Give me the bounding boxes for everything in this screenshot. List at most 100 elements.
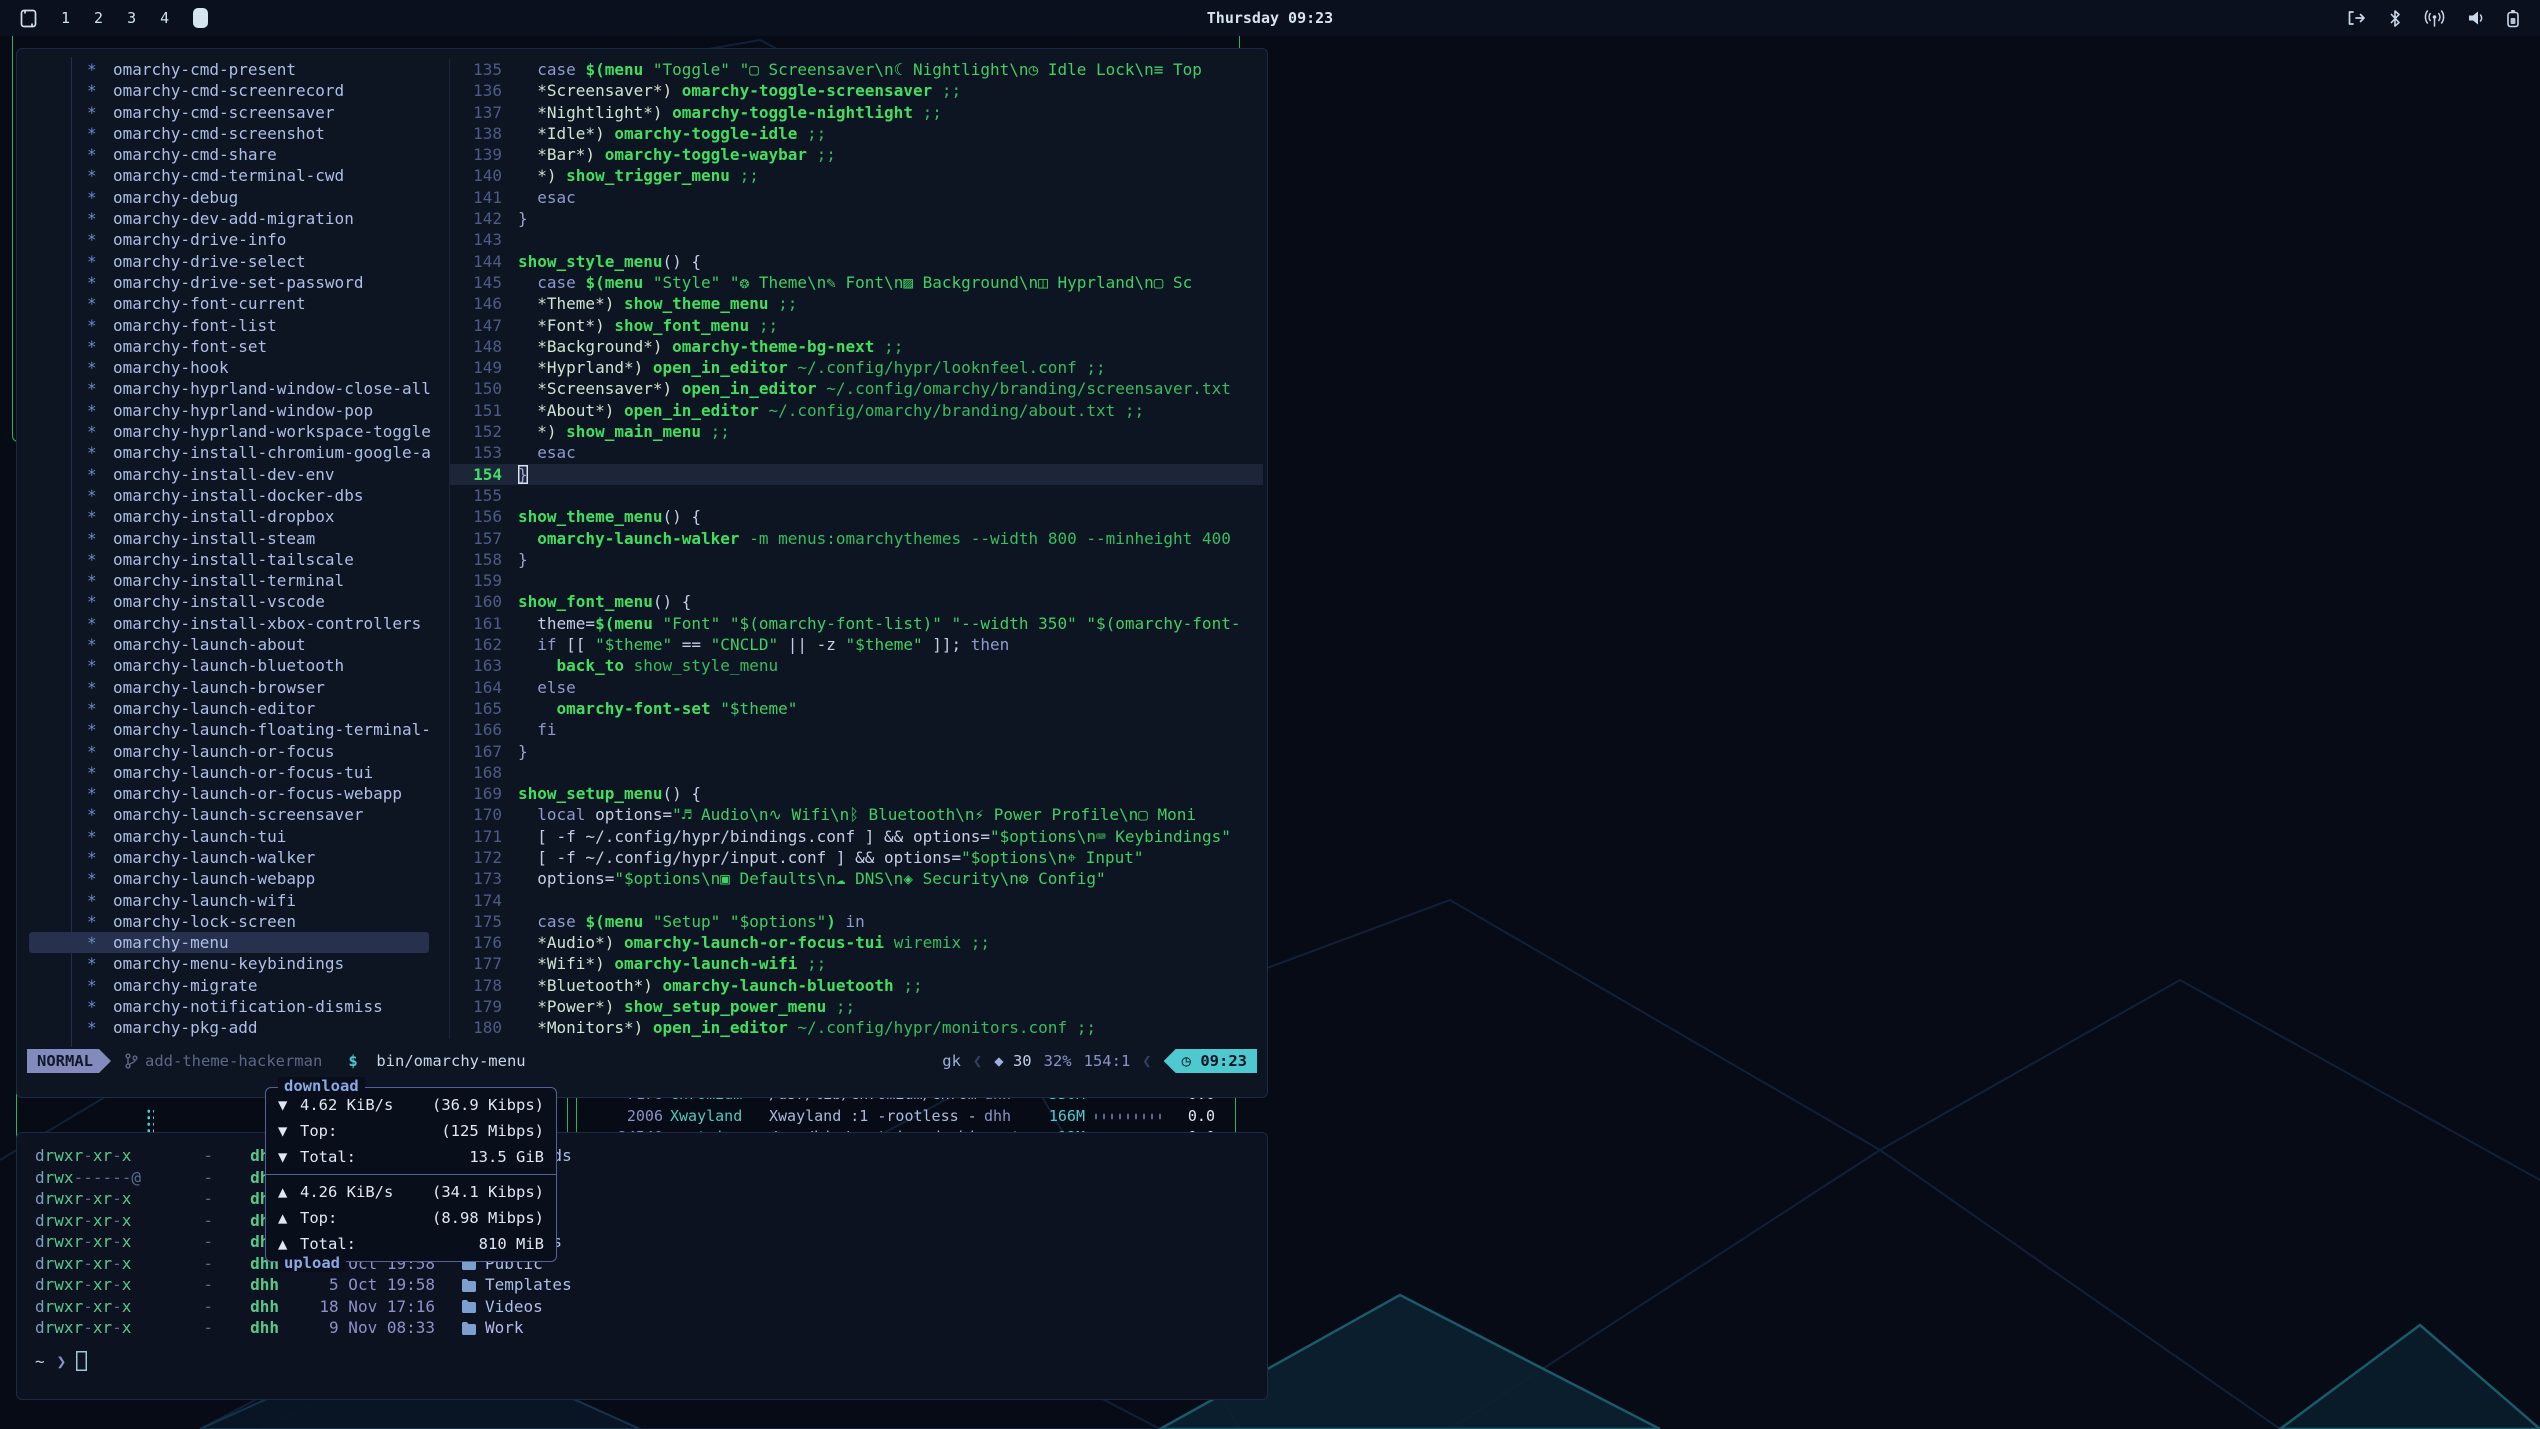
file-list[interactable]: *omarchy-cmd-present*omarchy-cmd-screenr… xyxy=(17,59,449,1039)
code-line[interactable]: 166 fi xyxy=(450,719,1263,740)
code-line[interactable]: 142} xyxy=(450,208,1263,229)
file-list-item[interactable]: *omarchy-debug xyxy=(29,187,429,208)
code-line[interactable]: 145 case $(menu "Style" "❂ Theme\n✎ Font… xyxy=(450,272,1263,293)
file-list-item[interactable]: *omarchy-font-current xyxy=(29,293,429,314)
battery-icon[interactable] xyxy=(2506,9,2520,28)
code-line[interactable]: 171 [ -f ~/.config/hypr/bindings.conf ] … xyxy=(450,826,1263,847)
file-list-item[interactable]: *omarchy-launch-walker xyxy=(29,847,429,868)
code-line[interactable]: 176 *Audio*) omarchy-launch-or-focus-tui… xyxy=(450,932,1263,953)
code-line[interactable]: 152 *) show_main_menu ;; xyxy=(450,421,1263,442)
code-line[interactable]: 143 xyxy=(450,229,1263,250)
file-list-item[interactable]: *omarchy-launch-screensaver xyxy=(29,804,429,825)
file-list-item[interactable]: *omarchy-menu-keybindings xyxy=(29,953,429,974)
file-list-item[interactable]: *omarchy-drive-info xyxy=(29,229,429,250)
code-line[interactable]: 175 case $(menu "Setup" "$options") in xyxy=(450,911,1263,932)
workspace-1[interactable]: 1 xyxy=(61,9,70,27)
file-list-item[interactable]: *omarchy-cmd-screenrecord xyxy=(29,80,429,101)
file-list-item[interactable]: *omarchy-dev-add-migration xyxy=(29,208,429,229)
file-list-item[interactable]: *omarchy-migrate xyxy=(29,975,429,996)
code-line[interactable]: 148 *Background*) omarchy-theme-bg-next … xyxy=(450,336,1263,357)
code-line[interactable]: 153 esac xyxy=(450,442,1263,463)
code-line[interactable]: 173 options="$options\n▣ Defaults\n☁ DNS… xyxy=(450,868,1263,889)
shell-prompt[interactable]: ~ ❯ xyxy=(35,1351,87,1371)
code-line[interactable]: 139 *Bar*) omarchy-toggle-waybar ;; xyxy=(450,144,1263,165)
code-line[interactable]: 177 *Wifi*) omarchy-launch-wifi ;; xyxy=(450,953,1263,974)
file-list-item[interactable]: *omarchy-cmd-terminal-cwd xyxy=(29,165,429,186)
code-line[interactable]: 151 *About*) open_in_editor ~/.config/om… xyxy=(450,400,1263,421)
file-list-item[interactable]: *omarchy-install-vscode xyxy=(29,591,429,612)
file-list-item[interactable]: *omarchy-launch-floating-terminal- xyxy=(29,719,429,740)
file-list-item[interactable]: *omarchy-launch-or-focus-tui xyxy=(29,762,429,783)
workspace-3[interactable]: 3 xyxy=(127,9,136,27)
code-line[interactable]: 157 omarchy-launch-walker -m menus:omarc… xyxy=(450,528,1263,549)
code-line[interactable]: 137 *Nightlight*) omarchy-toggle-nightli… xyxy=(450,102,1263,123)
file-list-item[interactable]: *omarchy-install-tailscale xyxy=(29,549,429,570)
code-line[interactable]: 146 *Theme*) show_theme_menu ;; xyxy=(450,293,1263,314)
file-list-item[interactable]: *omarchy-lock-screen xyxy=(29,911,429,932)
file-list-item[interactable]: *omarchy-cmd-present xyxy=(29,59,429,80)
code-line[interactable]: 141 esac xyxy=(450,187,1263,208)
code-line[interactable]: 162 if [[ "$theme" == "CNCLD" || -z "$th… xyxy=(450,634,1263,655)
file-list-item[interactable]: *omarchy-install-xbox-controllers xyxy=(29,613,429,634)
file-list-item[interactable]: *omarchy-install-terminal xyxy=(29,570,429,591)
code-line[interactable]: 135 case $(menu "Toggle" "▢ Screensaver\… xyxy=(450,59,1263,80)
file-list-item[interactable]: *omarchy-install-docker-dbs xyxy=(29,485,429,506)
file-list-item[interactable]: *omarchy-font-list xyxy=(29,315,429,336)
file-list-item[interactable]: *omarchy-font-set xyxy=(29,336,429,357)
workspace-active-pill[interactable] xyxy=(193,8,208,28)
code-pane[interactable]: 135 case $(menu "Toggle" "▢ Screensaver\… xyxy=(449,59,1263,1039)
code-line[interactable]: 136 *Screensaver*) omarchy-toggle-screen… xyxy=(450,80,1263,101)
process-row[interactable]: 2006XwaylandXwayland :1 -rootless -dhh16… xyxy=(577,1106,1235,1127)
file-list-item[interactable]: *omarchy-install-dropbox xyxy=(29,506,429,527)
code-line[interactable]: 150 *Screensaver*) open_in_editor ~/.con… xyxy=(450,378,1263,399)
file-list-item[interactable]: *omarchy-launch-tui xyxy=(29,826,429,847)
bluetooth-icon[interactable] xyxy=(2388,9,2402,28)
file-list-item[interactable]: *omarchy-cmd-screenshot xyxy=(29,123,429,144)
code-line[interactable]: 149 *Hyprland*) open_in_editor ~/.config… xyxy=(450,357,1263,378)
workspace-4[interactable]: 4 xyxy=(160,9,169,27)
code-line[interactable]: 158} xyxy=(450,549,1263,570)
file-list-item[interactable]: *omarchy-launch-or-focus xyxy=(29,741,429,762)
file-list-item[interactable]: *omarchy-launch-editor xyxy=(29,698,429,719)
code-line[interactable]: 164 else xyxy=(450,677,1263,698)
code-line[interactable]: 180 *Monitors*) open_in_editor ~/.config… xyxy=(450,1017,1263,1038)
file-list-item[interactable]: *omarchy-install-steam xyxy=(29,528,429,549)
file-list-item[interactable]: *omarchy-notification-dismiss xyxy=(29,996,429,1017)
file-list-item[interactable]: *omarchy-launch-or-focus-webapp xyxy=(29,783,429,804)
file-list-item[interactable]: *omarchy-launch-browser xyxy=(29,677,429,698)
code-line[interactable]: 170 local options="♬ Audio\n∿ Wifi\nᛒ Bl… xyxy=(450,804,1263,825)
code-line[interactable]: 174 xyxy=(450,890,1263,911)
code-line[interactable]: 178 *Bluetooth*) omarchy-launch-bluetoot… xyxy=(450,975,1263,996)
file-list-item[interactable]: *omarchy-install-chromium-google-a xyxy=(29,442,429,463)
file-list-item[interactable]: *omarchy-menu xyxy=(29,932,429,953)
code-line[interactable]: 179 *Power*) show_setup_power_menu ;; xyxy=(450,996,1263,1017)
file-list-item[interactable]: *omarchy-hyprland-workspace-toggle xyxy=(29,421,429,442)
file-list-item[interactable]: *omarchy-launch-wifi xyxy=(29,890,429,911)
code-line[interactable]: 161 theme=$(menu "Font" "$(omarchy-font-… xyxy=(450,613,1263,634)
code-line[interactable]: 147 *Font*) show_font_menu ;; xyxy=(450,315,1263,336)
file-list-item[interactable]: *omarchy-launch-bluetooth xyxy=(29,655,429,676)
code-line[interactable]: 144show_style_menu() { xyxy=(450,251,1263,272)
code-line[interactable]: 168 xyxy=(450,762,1263,783)
code-line[interactable]: 138 *Idle*) omarchy-toggle-idle ;; xyxy=(450,123,1263,144)
file-list-item[interactable]: *omarchy-hyprland-window-close-all xyxy=(29,378,429,399)
file-list-item[interactable]: *omarchy-drive-set-password xyxy=(29,272,429,293)
code-line[interactable]: 155 xyxy=(450,485,1263,506)
file-list-item[interactable]: *omarchy-cmd-share xyxy=(29,144,429,165)
network-icon[interactable] xyxy=(2424,9,2445,28)
code-line[interactable]: 160show_font_menu() { xyxy=(450,591,1263,612)
code-line[interactable]: 165 omarchy-font-set "$theme" xyxy=(450,698,1263,719)
screencast-icon[interactable] xyxy=(2346,9,2366,27)
code-line[interactable]: 172 [ -f ~/.config/hypr/input.conf ] && … xyxy=(450,847,1263,868)
code-line[interactable]: 167} xyxy=(450,741,1263,762)
code-line[interactable]: 154} xyxy=(450,464,1263,485)
code-line[interactable]: 159 xyxy=(450,570,1263,591)
file-list-item[interactable]: *omarchy-hyprland-window-pop xyxy=(29,400,429,421)
file-list-item[interactable]: *omarchy-drive-select xyxy=(29,251,429,272)
file-list-item[interactable]: *omarchy-hook xyxy=(29,357,429,378)
file-list-item[interactable]: *omarchy-pkg-add xyxy=(29,1017,429,1038)
code-line[interactable]: 169show_setup_menu() { xyxy=(450,783,1263,804)
file-list-item[interactable]: *omarchy-install-dev-env xyxy=(29,464,429,485)
file-list-item[interactable]: *omarchy-cmd-screensaver xyxy=(29,102,429,123)
file-list-item[interactable]: *omarchy-launch-webapp xyxy=(29,868,429,889)
